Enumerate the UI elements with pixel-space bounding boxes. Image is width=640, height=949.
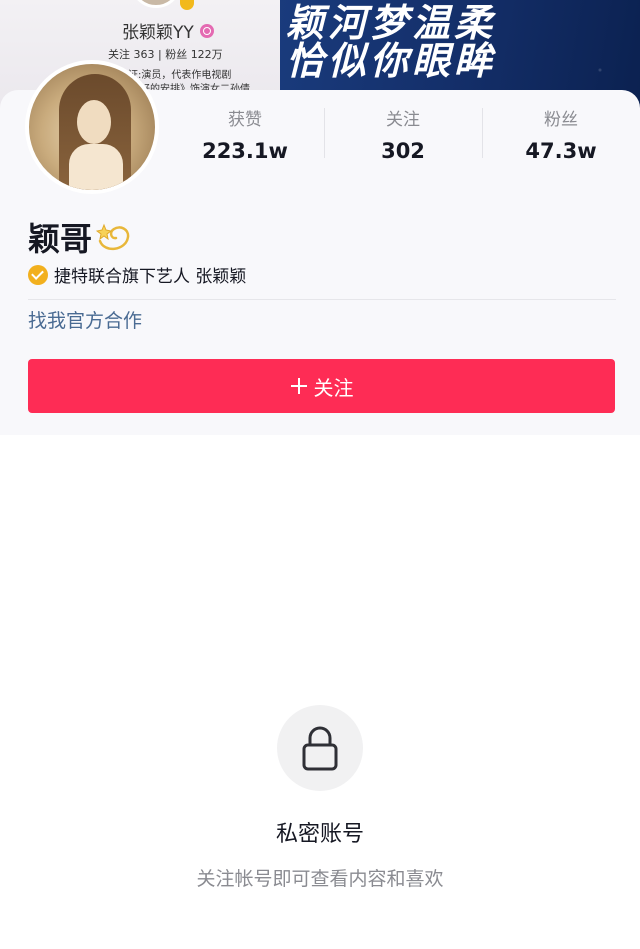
profile-nickname: 颖哥 (28, 214, 132, 260)
verification-text: 捷特联合旗下艺人 张颖颖 (54, 267, 247, 287)
stat-following[interactable]: 关注 302 (324, 106, 482, 164)
follow-button[interactable]: 关注 (28, 359, 615, 413)
dizzy-star-icon (95, 219, 132, 255)
official-cooperation-link[interactable]: 找我官方合作 (28, 306, 142, 333)
stat-followers-label: 粉丝 (544, 110, 578, 130)
banner-cover-desc-1: 证:演员，代表作电视剧 (128, 70, 232, 81)
follow-button-label: 关注 (313, 375, 354, 400)
stat-following-value: 302 (381, 139, 425, 163)
stat-followers[interactable]: 粉丝 47.3w (482, 106, 640, 164)
stat-likes[interactable]: 获赞 223.1w (166, 106, 324, 164)
avatar[interactable] (25, 60, 159, 194)
banner-avatar (130, 0, 182, 8)
stat-likes-label: 获赞 (228, 110, 262, 130)
stat-followers-value: 47.3w (525, 139, 597, 163)
lock-icon (277, 705, 363, 791)
banner-cover-name-text: 张颖颖YY (122, 23, 194, 43)
nickname-text: 颖哥 (28, 220, 93, 258)
private-account-subtitle: 关注帐号即可查看内容和喜欢 (196, 868, 444, 890)
banner-cover-name: 张颖颖YY (122, 18, 214, 43)
stat-following-label: 关注 (386, 110, 420, 130)
profile-stats: 获赞 223.1w 关注 302 粉丝 47.3w (166, 106, 640, 164)
verified-check-icon (28, 264, 48, 285)
private-account-title: 私密账号 (275, 822, 364, 847)
search-icon (199, 23, 214, 38)
plus-icon (290, 377, 308, 395)
banner-badge-icon (180, 0, 194, 10)
divider (28, 299, 616, 300)
stat-likes-value: 223.1w (202, 139, 288, 163)
verification-row: 捷特联合旗下艺人 张颖颖 (28, 262, 246, 287)
banner-slogan-line-2: 恰似你眼眸 (286, 39, 497, 83)
banner-cover-stats: 关注 363 | 粉丝 122万 (108, 48, 223, 61)
avatar-body (69, 144, 123, 190)
avatar-face (77, 100, 111, 144)
